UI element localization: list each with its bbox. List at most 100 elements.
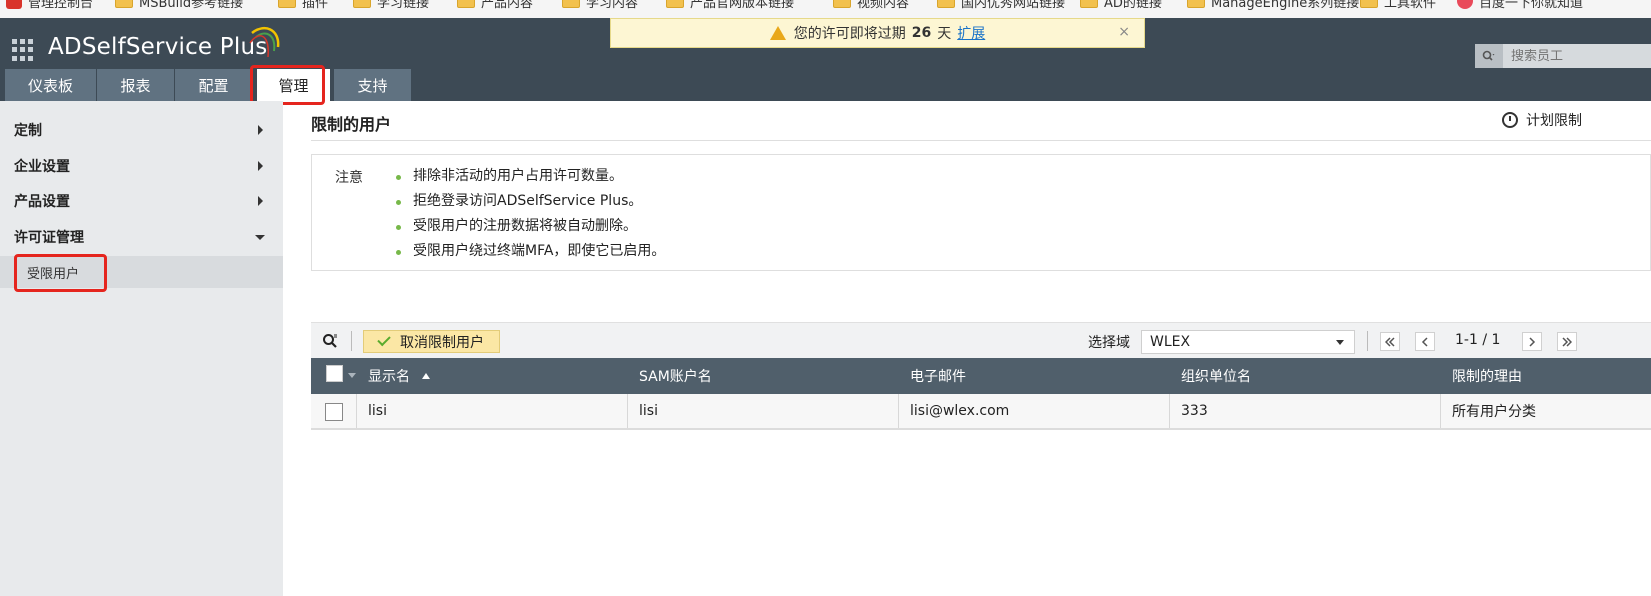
- column-label: 显示名: [368, 369, 410, 385]
- main-nav: 仪表板 报表 配置 管理 支持: [5, 69, 412, 101]
- chevron-down-icon: [255, 234, 265, 240]
- bookmark-folder[interactable]: 学习链接: [353, 0, 429, 11]
- bookmark-folder[interactable]: 插件: [278, 0, 328, 11]
- sidebar-item-label: 定制: [14, 123, 42, 139]
- extend-link[interactable]: 扩展: [957, 23, 985, 43]
- column-header-ou[interactable]: 组织单位名: [1181, 358, 1251, 394]
- table-header: 显示名 SAM账户名 电子邮件 组织单位名 限制的理由: [311, 358, 1651, 394]
- warning-icon: [769, 26, 786, 40]
- pagination-text: 1-1 / 1: [1455, 332, 1501, 348]
- row-checkbox[interactable]: [325, 403, 343, 421]
- toolbar-divider: [351, 331, 352, 351]
- tab-dashboard[interactable]: 仪表板: [5, 69, 96, 101]
- bookmark-folder[interactable]: AD的链接: [1080, 0, 1162, 11]
- folder-icon: [562, 0, 580, 8]
- folder-icon: [353, 0, 371, 8]
- sidebar-item-customize[interactable]: 定制: [0, 113, 283, 147]
- employee-search: [1475, 44, 1651, 68]
- product-logo: ADSelfService Plus: [48, 34, 268, 60]
- app-grid-icon[interactable]: [12, 39, 34, 61]
- domain-select[interactable]: WLEX: [1141, 330, 1355, 354]
- expiry-days-unit: 天: [937, 26, 952, 42]
- sidebar-item-label: 产品设置: [14, 194, 70, 210]
- baidu-icon: [1457, 0, 1473, 9]
- folder-icon: [1187, 0, 1205, 8]
- cell-email: lisi@wlex.com: [910, 403, 1010, 419]
- sidebar-item-license-management[interactable]: 许可证管理: [0, 220, 283, 254]
- table-toolbar: 取消限制用户 选择域 WLEX 1-1 / 1: [311, 322, 1651, 358]
- tab-configuration[interactable]: 配置: [175, 69, 252, 101]
- column-header-reason[interactable]: 限制的理由: [1452, 358, 1522, 394]
- bookmark-folder[interactable]: 学习内容: [562, 0, 638, 11]
- cell-reason: 所有用户分类: [1452, 404, 1536, 420]
- toolbar-divider: [1367, 331, 1368, 351]
- tab-support[interactable]: 支持: [334, 69, 411, 101]
- bookmark-folder[interactable]: 产品内容: [457, 0, 533, 11]
- close-icon[interactable]: ×: [1118, 24, 1130, 40]
- chevron-right-icon: [1529, 336, 1536, 347]
- next-page-button[interactable]: [1522, 332, 1542, 351]
- note-item: 受限用户绕过终端MFA，即使它已启用。: [396, 242, 665, 267]
- column-header-email[interactable]: 电子邮件: [910, 358, 966, 394]
- cell-divider: [898, 394, 899, 428]
- table-row[interactable]: lisi lisi lisi@wlex.com 333 所有用户分类: [311, 394, 1651, 430]
- chevron-left-icon: [1421, 336, 1428, 347]
- employee-search-input[interactable]: [1503, 48, 1643, 64]
- sidebar-item-restricted-users[interactable]: 受限用户: [0, 256, 283, 288]
- folder-icon: [1080, 0, 1098, 8]
- note-label: 注意: [335, 170, 363, 186]
- bookmark-folder[interactable]: 工具软件: [1360, 0, 1436, 11]
- cell-divider: [1440, 394, 1441, 428]
- bookmark-folder[interactable]: 国内优秀网站链接: [937, 0, 1065, 11]
- select-all-checkbox[interactable]: [326, 365, 343, 382]
- sidebar-item-product-settings[interactable]: 产品设置: [0, 184, 283, 218]
- tab-admin[interactable]: 管理: [257, 69, 330, 101]
- schedule-restriction-button[interactable]: 计划限制: [1502, 110, 1582, 130]
- note-item: 排除非活动的用户占用许可数量。: [396, 167, 665, 192]
- cell-display-name: lisi: [368, 403, 387, 419]
- cell-ou: 333: [1181, 403, 1208, 419]
- chevron-right-icon: [258, 196, 263, 206]
- app-icon: [6, 0, 22, 9]
- folder-icon: [278, 0, 296, 8]
- search-icon[interactable]: [322, 333, 338, 349]
- folder-icon: [666, 0, 684, 8]
- note-list: 排除非活动的用户占用许可数量。 拒绝登录访问ADSelfService Plus…: [396, 167, 665, 267]
- note-panel: 注意 排除非活动的用户占用许可数量。 拒绝登录访问ADSelfService P…: [311, 154, 1651, 271]
- sidebar: 定制 企业设置 产品设置 许可证管理 受限用户: [0, 101, 283, 596]
- cell-divider: [1169, 394, 1170, 428]
- column-header-sam[interactable]: SAM账户名: [639, 358, 712, 394]
- bookmark-baidu[interactable]: 百度一下你就知道: [1457, 0, 1583, 11]
- bookmark-folder[interactable]: ManageEngine系列链接: [1187, 0, 1359, 11]
- sidebar-item-label: 许可证管理: [14, 230, 84, 246]
- expiry-text: 您的许可即将过期: [793, 26, 906, 42]
- sidebar-item-enterprise-settings[interactable]: 企业设置: [0, 149, 283, 183]
- column-header-display-name[interactable]: 显示名: [368, 358, 430, 394]
- note-item: 受限用户的注册数据将被自动删除。: [396, 217, 665, 242]
- sort-ascending-icon: [422, 373, 430, 379]
- domain-select-value: WLEX: [1150, 334, 1191, 350]
- bookmarks-bar: 管理控制台 MSBuild参考链接 插件 学习链接 产品内容 学习内容 产品官网…: [0, 0, 1651, 18]
- chevron-right-icon: [258, 161, 263, 171]
- unrestrict-users-label: 取消限制用户: [400, 334, 484, 351]
- license-expiry-banner: 您的许可即将过期 26 天 扩展 ×: [610, 18, 1145, 48]
- cell-divider: [356, 394, 357, 428]
- folder-icon: [115, 0, 133, 8]
- bookmark-folder[interactable]: 产品官网版本链接: [666, 0, 794, 11]
- checkmark-icon: [377, 332, 391, 347]
- last-page-button[interactable]: [1557, 332, 1577, 351]
- alarm-clock-icon: [1502, 112, 1518, 128]
- domain-label: 选择域: [1088, 335, 1130, 351]
- double-chevron-left-icon: [1385, 336, 1395, 347]
- unrestrict-users-button[interactable]: 取消限制用户: [363, 330, 500, 353]
- bookmark-folder[interactable]: 视频内容: [833, 0, 909, 11]
- tab-reports[interactable]: 报表: [97, 69, 174, 101]
- bookmark-folder[interactable]: MSBuild参考链接: [115, 0, 243, 11]
- folder-icon: [457, 0, 475, 8]
- first-page-button[interactable]: [1380, 332, 1400, 351]
- prev-page-button[interactable]: [1415, 332, 1435, 351]
- search-icon[interactable]: [1475, 44, 1503, 68]
- caret-down-icon[interactable]: [348, 373, 356, 378]
- bookmark-app[interactable]: 管理控制台: [6, 0, 93, 11]
- title-divider: [311, 140, 1651, 141]
